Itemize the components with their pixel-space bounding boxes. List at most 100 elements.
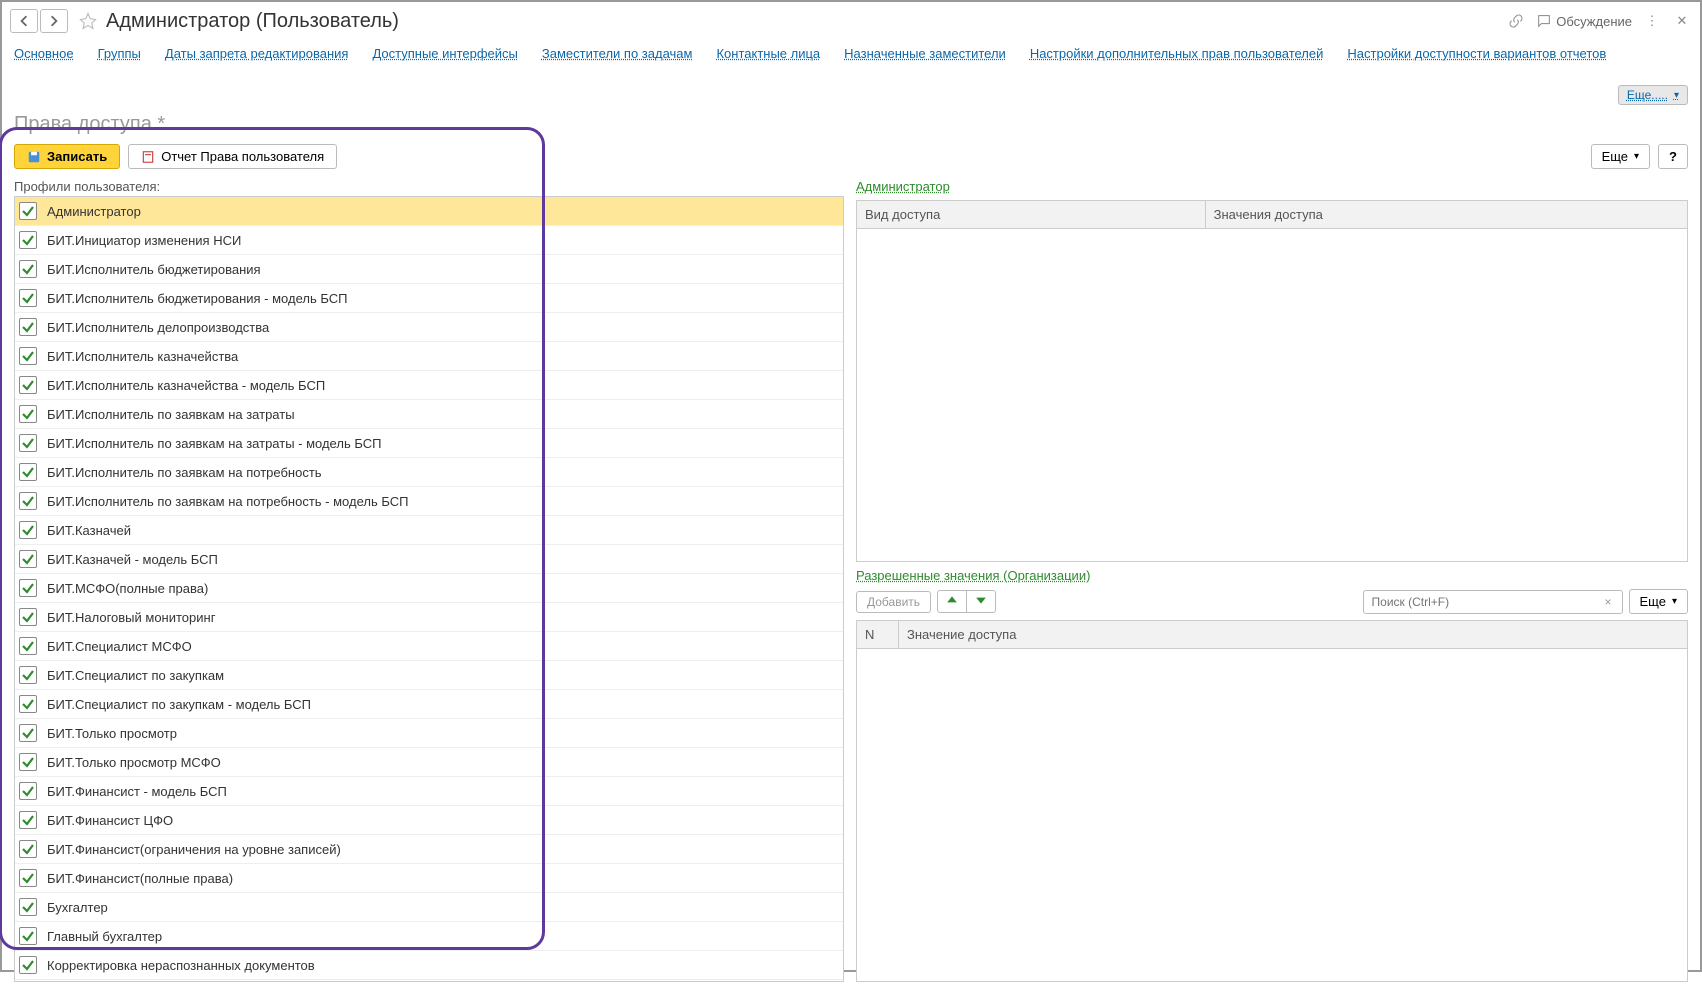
back-button[interactable]	[10, 9, 38, 33]
search-box[interactable]: ×	[1363, 590, 1623, 614]
profile-row[interactable]: БИТ.Финансист(полные права)	[15, 864, 843, 893]
profile-checkbox[interactable]	[19, 434, 37, 452]
profile-checkbox[interactable]	[19, 695, 37, 713]
help-button[interactable]: ?	[1658, 144, 1688, 169]
profile-checkbox[interactable]	[19, 289, 37, 307]
tab-link[interactable]: Настройки доступности вариантов отчетов	[1347, 46, 1606, 61]
profile-checkbox[interactable]	[19, 608, 37, 626]
access-grid: Вид доступа Значения доступа	[856, 200, 1688, 562]
profile-row[interactable]: БИТ.Исполнитель бюджетирования	[15, 255, 843, 284]
profile-checkbox[interactable]	[19, 666, 37, 684]
profile-checkbox[interactable]	[19, 753, 37, 771]
tab-link[interactable]: Основное	[14, 46, 74, 61]
page-title: Администратор (Пользователь)	[106, 10, 399, 33]
profile-row[interactable]: БИТ.Специалист по закупкам - модель БСП	[15, 690, 843, 719]
profile-row[interactable]: БИТ.Казначей - модель БСП	[15, 545, 843, 574]
tab-row: Основное Группы Даты запрета редактировани…	[2, 40, 1700, 111]
link-icon[interactable]	[1506, 11, 1526, 31]
profile-row[interactable]: БИТ.Исполнитель по заявкам на затраты - …	[15, 429, 843, 458]
profile-checkbox[interactable]	[19, 260, 37, 278]
profile-checkbox[interactable]	[19, 318, 37, 336]
profile-checkbox[interactable]	[19, 724, 37, 742]
profile-checkbox[interactable]	[19, 956, 37, 974]
profile-checkbox[interactable]	[19, 898, 37, 916]
tab-link[interactable]: Даты запрета редактирования	[165, 46, 349, 61]
tab-link[interactable]: Доступные интерфейсы	[372, 46, 517, 61]
profile-checkbox[interactable]	[19, 811, 37, 829]
profile-label: Корректировка нераспознанных документов	[47, 958, 315, 973]
profile-row[interactable]: БИТ.Финансист(ограничения на уровне запи…	[15, 835, 843, 864]
allowed-link[interactable]: Разрешенные значения (Организации)	[856, 568, 1688, 583]
admin-link[interactable]: Администратор	[856, 179, 1688, 194]
profile-row[interactable]: БИТ.Исполнитель казначейства	[15, 342, 843, 371]
toolbar: Записать Отчет Права пользователя Еще▾ ?	[2, 144, 1700, 179]
profile-label: БИТ.Финансист - модель БСП	[47, 784, 227, 799]
profile-row[interactable]: БИТ.Специалист МСФО	[15, 632, 843, 661]
profile-row[interactable]: БИТ.Исполнитель бюджетирования - модель …	[15, 284, 843, 313]
profile-row[interactable]: Корректировка нераспознанных документов	[15, 951, 843, 980]
section-heading: Права доступа *	[2, 111, 1700, 144]
profile-row[interactable]: БИТ.Специалист по закупкам	[15, 661, 843, 690]
profile-checkbox[interactable]	[19, 637, 37, 655]
profile-row[interactable]: БИТ.Исполнитель по заявкам на затраты	[15, 400, 843, 429]
profile-checkbox[interactable]	[19, 347, 37, 365]
add-button[interactable]: Добавить	[856, 591, 931, 613]
forward-button[interactable]	[40, 9, 68, 33]
profile-label: БИТ.Исполнитель по заявкам на затраты	[47, 407, 295, 422]
move-up-button[interactable]	[938, 591, 967, 612]
tab-link[interactable]: Заместители по задачам	[542, 46, 693, 61]
move-down-button[interactable]	[967, 591, 995, 612]
profile-checkbox[interactable]	[19, 405, 37, 423]
profile-row[interactable]: Администратор	[15, 197, 843, 226]
tabs-more-button[interactable]: Еще.....▾	[1618, 85, 1688, 105]
profile-checkbox[interactable]	[19, 231, 37, 249]
profile-checkbox[interactable]	[19, 202, 37, 220]
profile-checkbox[interactable]	[19, 376, 37, 394]
profile-label: БИТ.Исполнитель бюджетирования	[47, 262, 261, 277]
profile-row[interactable]: Бухгалтер	[15, 893, 843, 922]
profile-list[interactable]: Администратор БИТ.Инициатор изменения НСИ…	[14, 196, 844, 982]
save-button[interactable]: Записать	[14, 144, 120, 169]
report-button[interactable]: Отчет Права пользователя	[128, 144, 337, 169]
search-input[interactable]	[1370, 594, 1601, 610]
profile-row[interactable]: Главный бухгалтер	[15, 922, 843, 951]
profile-row[interactable]: БИТ.Исполнитель делопроизводства	[15, 313, 843, 342]
toolbar-more-button[interactable]: Еще▾	[1591, 144, 1650, 169]
profile-row[interactable]: БИТ.Инициатор изменения НСИ	[15, 226, 843, 255]
profile-checkbox[interactable]	[19, 579, 37, 597]
tab-link[interactable]: Контактные лица	[716, 46, 820, 61]
profile-row[interactable]: БИТ.Финансист - модель БСП	[15, 777, 843, 806]
tab-link[interactable]: Группы	[98, 46, 141, 61]
profile-row[interactable]: БИТ.Исполнитель по заявкам на потребност…	[15, 487, 843, 516]
profile-row[interactable]: БИТ.Исполнитель казначейства - модель БС…	[15, 371, 843, 400]
profile-checkbox[interactable]	[19, 927, 37, 945]
lower-more-button[interactable]: Еще▾	[1629, 589, 1688, 614]
profile-checkbox[interactable]	[19, 521, 37, 539]
profile-row[interactable]: БИТ.МСФО(полные права)	[15, 574, 843, 603]
clear-search-icon[interactable]: ×	[1601, 595, 1616, 609]
profile-checkbox[interactable]	[19, 463, 37, 481]
profile-label: БИТ.Исполнитель по заявкам на потребност…	[47, 465, 322, 480]
profile-label: БИТ.Специалист МСФО	[47, 639, 192, 654]
profile-row[interactable]: БИТ.Налоговый мониторинг	[15, 603, 843, 632]
profile-row[interactable]: БИТ.Казначей	[15, 516, 843, 545]
col-access-type: Вид доступа	[857, 201, 1206, 228]
profile-checkbox[interactable]	[19, 840, 37, 858]
profile-checkbox[interactable]	[19, 782, 37, 800]
tab-link[interactable]: Назначенные заместители	[844, 46, 1006, 61]
kebab-icon[interactable]: ⋮	[1642, 11, 1662, 31]
profile-label: БИТ.Инициатор изменения НСИ	[47, 233, 241, 248]
right-panel: Администратор Вид доступа Значения досту…	[856, 179, 1688, 982]
profile-row[interactable]: БИТ.Финансист ЦФО	[15, 806, 843, 835]
profile-checkbox[interactable]	[19, 550, 37, 568]
profile-row[interactable]: БИТ.Исполнитель по заявкам на потребност…	[15, 458, 843, 487]
profile-row[interactable]: БИТ.Только просмотр	[15, 719, 843, 748]
favorite-icon[interactable]	[74, 9, 102, 33]
profile-checkbox[interactable]	[19, 869, 37, 887]
close-icon[interactable]: ✕	[1672, 11, 1692, 31]
profile-checkbox[interactable]	[19, 492, 37, 510]
tab-link[interactable]: Настройки дополнительных прав пользовате…	[1030, 46, 1324, 61]
profile-label: БИТ.Финансист(ограничения на уровне запи…	[47, 842, 341, 857]
discussion-button[interactable]: Обсуждение	[1536, 13, 1632, 29]
profile-row[interactable]: БИТ.Только просмотр МСФО	[15, 748, 843, 777]
